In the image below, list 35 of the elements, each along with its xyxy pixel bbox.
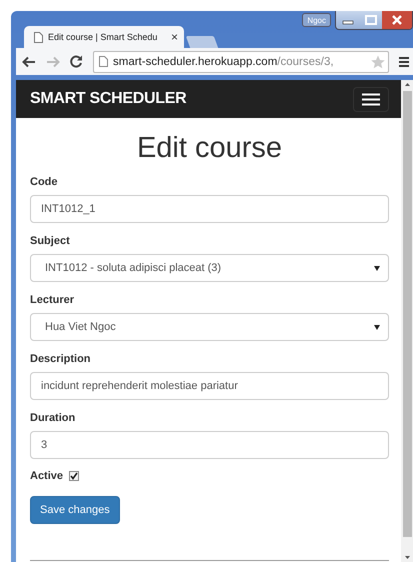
select-field[interactable]: INT1012 - soluta adipisci placeat (3) <box>30 254 389 282</box>
checkbox-label: Active <box>30 470 64 482</box>
reload-icon[interactable] <box>70 55 83 68</box>
close-icon[interactable] <box>382 11 412 29</box>
scroll-up-icon[interactable] <box>404 83 410 86</box>
page-icon <box>34 32 43 42</box>
input-field[interactable]: INT1012_1 <box>30 195 389 223</box>
field-label: Code <box>30 176 58 188</box>
tab-title: Edit course | Smart Schedu <box>48 32 158 42</box>
select-field[interactable]: Hua Viet Ngoc <box>30 313 389 341</box>
field-label: Description <box>30 353 92 365</box>
checkbox[interactable] <box>69 471 80 481</box>
page-icon <box>99 56 108 67</box>
input-field[interactable]: incidunt reprehenderit molestiae pariatur <box>30 372 389 400</box>
star-icon[interactable] <box>371 54 385 68</box>
field-label: Subject <box>30 235 71 247</box>
input-field[interactable]: 3 <box>30 431 389 459</box>
scroll-down-icon[interactable] <box>404 556 410 559</box>
url-text: smart-scheduler.herokuapp.com/courses/3, <box>113 56 335 68</box>
menu-icon[interactable] <box>399 56 409 68</box>
field-label: Lecturer <box>30 294 76 306</box>
page-title: Edit course <box>136 132 284 165</box>
menu-icon <box>362 92 380 106</box>
brand-link[interactable]: SMART SCHEDULER <box>30 90 186 108</box>
window-controls[interactable] <box>335 11 413 30</box>
caret-icon <box>374 266 380 270</box>
address-bar[interactable]: smart-scheduler.herokuapp.com/courses/3, <box>93 50 389 72</box>
save-button[interactable]: Save changes <box>30 496 120 524</box>
menu-button[interactable] <box>353 86 389 112</box>
field-label: Duration <box>30 412 76 424</box>
close-tab-button[interactable]: × <box>170 30 178 44</box>
caret-icon <box>374 324 380 330</box>
browser-tab[interactable]: Edit course | Smart Schedu × <box>24 26 184 48</box>
back-icon[interactable] <box>22 56 36 68</box>
scrollbar[interactable] <box>401 80 413 562</box>
